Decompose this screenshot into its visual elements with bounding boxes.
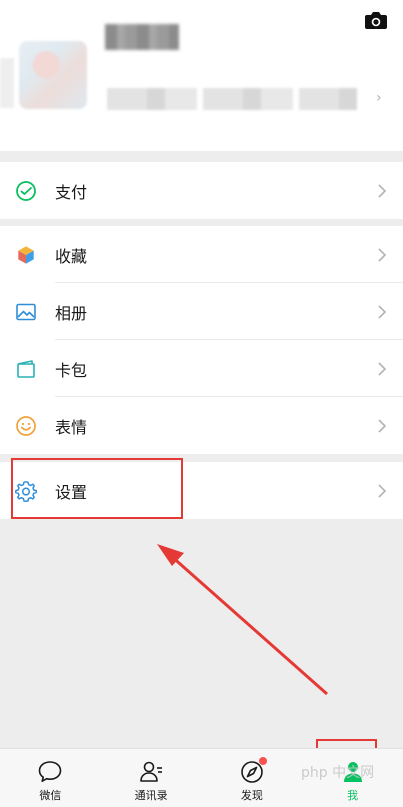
menu-item-favorites[interactable]: 收藏 [0,226,403,283]
chevron-right-icon: › [376,90,382,106]
chevron-right-icon [378,418,386,433]
avatar[interactable] [19,41,87,109]
chevron-right-icon [378,183,386,198]
tab-discover[interactable]: 发现 [202,749,303,807]
watermark: php 中文网 [301,765,375,781]
profile-header[interactable]: › [0,0,403,151]
smiley-icon [16,415,36,436]
tab-label: 发现 [240,789,263,802]
image-icon [16,303,36,320]
features-group: 收藏 相册 卡包 表情 [0,226,403,454]
blurred-wechat-id [107,88,357,110]
chevron-right-icon [378,304,386,319]
menu-item-label: 卡包 [55,360,88,380]
tab-contacts[interactable]: 通讯录 [101,749,202,807]
menu-item-stickers[interactable]: 表情 [0,397,403,454]
blurred-nickname [105,24,179,50]
pay-group: 支付 [0,162,403,219]
menu-item-pay[interactable]: 支付 [0,162,403,219]
menu-item-cards[interactable]: 卡包 [0,340,403,397]
menu-item-label: 相册 [55,303,88,323]
menu-item-label: 支付 [55,182,88,202]
menu-item-label: 表情 [55,417,88,437]
cube-icon [17,245,35,264]
tab-label: 微信 [39,789,62,802]
wallet-icon [17,359,35,378]
menu-item-label: 收藏 [55,246,88,266]
tab-label: 通讯录 [134,789,168,802]
contacts-icon [140,761,163,782]
tab-chats[interactable]: 微信 [0,749,101,807]
menu-item-album[interactable]: 相册 [0,283,403,340]
chevron-right-icon [378,361,386,376]
blurred-decoration [0,58,14,108]
notification-badge [258,757,267,765]
chat-bubble-icon [39,761,62,782]
tab-label: 我 [347,789,359,802]
camera-icon[interactable] [364,10,388,30]
settings-highlight-box [11,458,183,519]
pay-icon [16,180,36,201]
chevron-right-icon [378,247,386,262]
chevron-right-icon [378,483,386,498]
